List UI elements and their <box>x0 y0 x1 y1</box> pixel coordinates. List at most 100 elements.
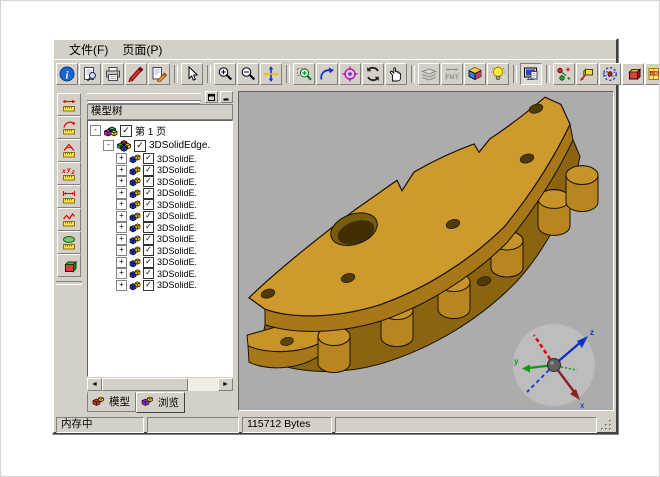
tree-row-part-12[interactable]: +✓3DSolidE. <box>90 280 232 292</box>
tab-browse[interactable]: 浏览 <box>136 392 185 413</box>
tree-expander[interactable]: - <box>103 140 114 151</box>
pan-axes-icon <box>263 66 279 82</box>
toolbar-button-format-dimension[interactable]: FMT <box>441 63 463 85</box>
tree-row-part-10[interactable]: +✓3DSolidE. <box>90 257 232 269</box>
visibility-checkbox[interactable]: ✓ <box>143 234 154 245</box>
toolbar-button-measure-distance[interactable] <box>57 185 81 208</box>
toolbar-button-measure-coordinate[interactable]: xyz <box>57 162 81 185</box>
tree-row-part-1[interactable]: +✓3DSolidE. <box>90 153 232 165</box>
toolbar-button-measure-horizontal[interactable] <box>57 93 81 116</box>
toolbar-button-measure-angle[interactable] <box>57 139 81 162</box>
panel-grip-lines <box>87 93 201 101</box>
measure-distance-icon <box>61 189 77 205</box>
tree-expander[interactable]: + <box>116 234 127 245</box>
toolbar-button-orbit-sphere[interactable] <box>599 63 621 85</box>
visibility-checkbox[interactable]: ✓ <box>143 153 154 164</box>
toolbar-button-display-settings[interactable] <box>520 63 542 85</box>
tree-expander[interactable]: + <box>116 153 127 164</box>
toolbar-button-info[interactable]: i <box>56 63 78 85</box>
visibility-checkbox[interactable]: ✓ <box>143 268 154 279</box>
tree-row-part-4[interactable]: +✓3DSolidE. <box>90 188 232 200</box>
toolbar-button-bom-table[interactable]: BOM <box>645 63 660 85</box>
visibility-checkbox[interactable]: ✓ <box>143 257 154 268</box>
orbit-sphere-icon <box>602 66 618 82</box>
tree-expander[interactable]: + <box>116 268 127 279</box>
zoom-out-icon <box>240 66 256 82</box>
part-cube-icon <box>129 165 141 176</box>
toolbar-button-center-view[interactable] <box>339 63 361 85</box>
menu-bar: 文件(F) 页面(P) <box>54 40 616 59</box>
tree-row-assembly[interactable]: -✓3DSolidEdge. <box>90 138 232 153</box>
tree-row-part-3[interactable]: +✓3DSolidE. <box>90 176 232 188</box>
toolbar-button-pan-axes[interactable] <box>260 63 282 85</box>
scroll-track[interactable] <box>188 378 218 391</box>
visibility-checkbox[interactable]: ✓ <box>143 176 154 187</box>
toolbar-button-orbit-view[interactable] <box>316 63 338 85</box>
tree-row-part-9[interactable]: +✓3DSolidE. <box>90 245 232 257</box>
visibility-checkbox[interactable]: ✓ <box>143 199 154 210</box>
visibility-checkbox[interactable]: ✓ <box>120 125 132 137</box>
tree-expander[interactable]: + <box>116 211 127 222</box>
tree-expander[interactable]: + <box>116 245 127 256</box>
toolbar-button-red-pen-markup[interactable] <box>125 63 147 85</box>
tree-expander[interactable]: + <box>116 188 127 199</box>
toolbar-button-rotate-view[interactable] <box>362 63 384 85</box>
toolbar-button-select-cursor[interactable] <box>181 63 203 85</box>
menu-page[interactable]: 页面(P) <box>115 40 169 59</box>
toolbar-button-zoom-window[interactable] <box>293 63 315 85</box>
visibility-checkbox[interactable]: ✓ <box>134 140 146 152</box>
panel-restore-button[interactable] <box>205 91 218 103</box>
toolbar-button-explode-assembly[interactable] <box>553 63 575 85</box>
visibility-checkbox[interactable]: ✓ <box>143 222 154 233</box>
toolbar-button-zoom-in[interactable] <box>214 63 236 85</box>
toolbar-button-move-part[interactable] <box>576 63 598 85</box>
tab-model[interactable]: 模型 <box>87 392 136 412</box>
toolbar-button-export-markup[interactable] <box>148 63 170 85</box>
toolbar-button-measure-volume[interactable] <box>57 254 81 277</box>
toolbar-button-measure-area[interactable] <box>57 231 81 254</box>
visibility-checkbox[interactable]: ✓ <box>143 188 154 199</box>
visibility-checkbox[interactable]: ✓ <box>143 211 154 222</box>
tree-expander[interactable]: - <box>90 125 101 136</box>
panel-hide-button[interactable] <box>220 91 233 103</box>
toolbar-button-print[interactable] <box>102 63 124 85</box>
window-resize-grip[interactable] <box>600 419 613 432</box>
scroll-left-arrow[interactable]: ◄ <box>87 378 102 391</box>
toolbar-button-print-preview[interactable] <box>79 63 101 85</box>
toolbar-button-solid-box[interactable] <box>622 63 644 85</box>
scroll-right-arrow[interactable]: ► <box>218 378 233 391</box>
measure-horizontal-icon <box>61 97 77 113</box>
red-pen-markup-icon <box>128 66 144 82</box>
toolbar-button-light-bulb[interactable] <box>487 63 509 85</box>
toolbar-button-pan-hand[interactable] <box>385 63 407 85</box>
toolbar-button-layers[interactable] <box>418 63 440 85</box>
toolbar-button-measure-curve[interactable] <box>57 208 81 231</box>
visibility-checkbox[interactable]: ✓ <box>143 280 154 291</box>
tree-item-label: 3DSolidE. <box>157 269 197 279</box>
tree-row-part-7[interactable]: +✓3DSolidE. <box>90 222 232 234</box>
tree-row-part-2[interactable]: +✓3DSolidE. <box>90 165 232 177</box>
toolbar-button-measure-radius[interactable] <box>57 116 81 139</box>
scroll-thumb[interactable] <box>102 378 188 391</box>
viewport-3d[interactable]: z x y <box>238 91 614 411</box>
toolbar-button-zoom-out[interactable] <box>237 63 259 85</box>
tree-expander[interactable]: + <box>116 176 127 187</box>
tree-expander[interactable]: + <box>116 222 127 233</box>
menu-file[interactable]: 文件(F) <box>62 40 115 59</box>
tree-expander[interactable]: + <box>116 257 127 268</box>
layers-icon <box>421 66 437 82</box>
tree-expander[interactable]: + <box>116 165 127 176</box>
toolbar-button-render-cube[interactable] <box>464 63 486 85</box>
visibility-checkbox[interactable]: ✓ <box>143 165 154 176</box>
tree-row-part-6[interactable]: +✓3DSolidE. <box>90 211 232 223</box>
tree-row-part-5[interactable]: +✓3DSolidE. <box>90 199 232 211</box>
visibility-checkbox[interactable]: ✓ <box>143 245 154 256</box>
info-icon: i <box>59 66 75 82</box>
tree-row-part-8[interactable]: +✓3DSolidE. <box>90 234 232 246</box>
part-cube-icon <box>129 153 141 164</box>
tree-row-page[interactable]: -✓第 1 页 <box>90 123 232 138</box>
tree-expander[interactable]: + <box>116 199 127 210</box>
tree-row-part-11[interactable]: + ✓3DSolidE. <box>90 268 232 280</box>
panel-title-grip[interactable] <box>87 91 233 103</box>
tree-expander[interactable]: + <box>116 280 127 291</box>
